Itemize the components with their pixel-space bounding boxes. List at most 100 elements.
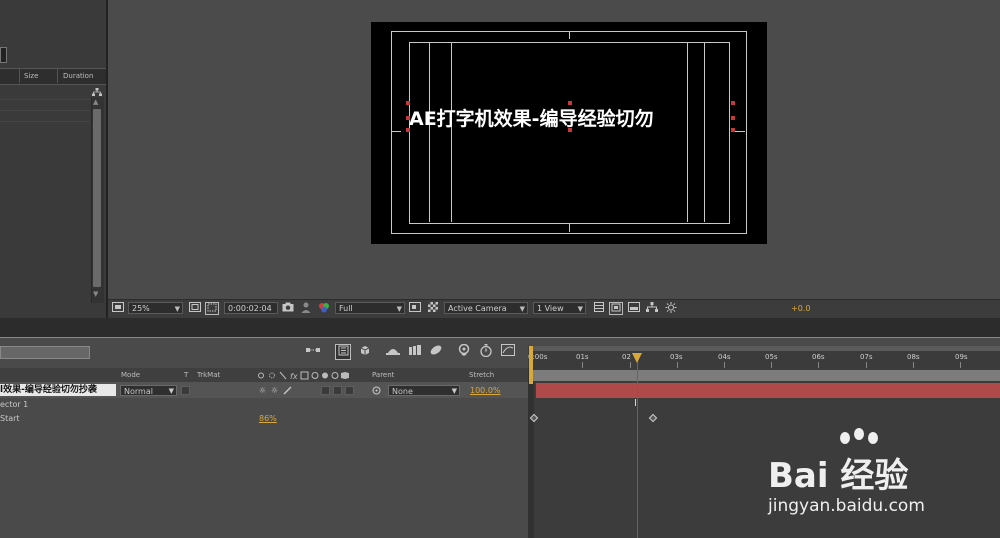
resolution-dropdown[interactable]: Full ▼ [335, 302, 405, 314]
parent-column-header[interactable]: Parent [372, 371, 394, 379]
draft-3d-icon[interactable] [335, 344, 351, 360]
switches-column-header: fx [258, 371, 366, 382]
work-area-bar[interactable] [533, 370, 1000, 381]
layer-bound-line [451, 42, 452, 222]
current-time-indicator-head[interactable] [632, 353, 642, 363]
list-item[interactable] [0, 110, 90, 111]
title-safe-guide [409, 42, 730, 224]
watermark-url: jingyan.baidu.com [768, 496, 925, 516]
text-cursor-icon: I [634, 398, 637, 409]
exposure-value[interactable]: +0.0 [791, 304, 810, 313]
work-area-start-handle[interactable] [529, 346, 533, 384]
stopwatch-icon[interactable] [478, 344, 494, 360]
chevron-down-icon: ▼ [168, 387, 174, 395]
adjustment-layer-checkbox[interactable] [333, 386, 342, 395]
layer-bound-line [687, 42, 688, 222]
mode-column-header[interactable]: Mode [121, 371, 140, 379]
composition-canvas[interactable] [371, 22, 767, 244]
timeline-toggle-icon[interactable] [627, 302, 641, 315]
layer-handle[interactable] [731, 116, 735, 120]
auto-keyframe-icon[interactable] [456, 343, 472, 360]
list-item[interactable] [0, 121, 90, 122]
motion-blur-checkbox[interactable] [321, 386, 330, 395]
ruler-label: 07s [860, 353, 873, 361]
pick-whip-icon[interactable] [372, 386, 381, 395]
graph-editor-icon[interactable] [500, 344, 516, 360]
ruler-label: 09s [955, 353, 968, 361]
ruler-label: 06s [812, 353, 825, 361]
trkmat-column-header[interactable]: TrkMat [197, 371, 220, 379]
flowchart-icon[interactable] [645, 302, 659, 315]
size-column-header[interactable]: Size [24, 72, 38, 80]
list-item[interactable] [0, 99, 90, 100]
pixel-aspect-icon[interactable] [592, 302, 606, 315]
3d-layer-checkbox[interactable] [345, 386, 354, 395]
preserve-transparency-checkbox[interactable] [181, 386, 190, 395]
chevron-down-icon: ▼ [577, 305, 583, 313]
mask-visibility-icon[interactable] [205, 302, 219, 315]
safe-margins-icon[interactable] [188, 302, 202, 315]
fast-previews-icon[interactable] [609, 302, 623, 315]
ruler-label: 02 [622, 353, 631, 361]
composition-text-layer[interactable]: AE打字机效果-编导经验切勿 [409, 104, 654, 131]
center-tick [391, 131, 401, 132]
brainstorm-icon[interactable] [428, 344, 444, 360]
duration-column-header[interactable]: Duration [63, 72, 93, 80]
hide-shy-layers-icon[interactable] [357, 344, 373, 360]
channel-rgb-icon[interactable] [317, 302, 331, 315]
scrollbar-thumb[interactable] [93, 109, 101, 287]
motion-blur-icon[interactable] [407, 344, 423, 360]
stretch-value[interactable]: 100.0% [470, 386, 501, 395]
region-of-interest-icon[interactable] [408, 302, 422, 315]
ruler-label: 03s [670, 353, 683, 361]
scroll-down-icon[interactable]: ▼ [93, 290, 98, 298]
project-panel: Size Duration ▲ ▼ [0, 0, 106, 318]
show-snapshot-icon[interactable] [299, 302, 313, 315]
layer-bound-line [704, 42, 705, 222]
paw-icon [854, 428, 864, 440]
camera-view-dropdown[interactable]: Active Camera ▼ [444, 302, 528, 314]
panel-splitter[interactable] [0, 318, 1000, 338]
current-time-indicator[interactable] [637, 356, 638, 538]
chevron-down-icon: ▼ [519, 305, 525, 313]
time-navigator[interactable] [530, 346, 1000, 351]
viewer-toolbar: 25% ▼ 0:00:02:04 Full ▼ Active Camera ▼ 1 V… [108, 299, 1000, 318]
camera-snapshot-icon[interactable] [281, 302, 295, 315]
project-column-header: Size Duration [0, 68, 106, 85]
layer-handle[interactable] [731, 101, 735, 105]
column-divider [19, 68, 20, 83]
shy-switch-icon[interactable]: ☼ [258, 386, 267, 395]
svg-text:fx: fx [290, 372, 298, 380]
ruler-label: 08s [907, 353, 920, 361]
layer-name-field[interactable]: l效果-编导经验切勿抄袭 [0, 384, 116, 396]
timeline-search-input[interactable] [0, 346, 90, 359]
collapse-switch-icon[interactable]: ☼ [270, 386, 279, 395]
magnification-value: 25% [132, 304, 150, 313]
stretch-column-header[interactable]: Stretch [469, 371, 494, 379]
center-tick [569, 224, 570, 232]
t-column-header[interactable]: T [184, 371, 188, 379]
chevron-down-icon: ▼ [451, 387, 457, 395]
view-layout-dropdown[interactable]: 1 View ▼ [533, 302, 586, 314]
quality-switch-icon[interactable] [283, 386, 292, 395]
flowchart-icon[interactable] [92, 88, 102, 96]
start-property-label[interactable]: Start [0, 414, 20, 423]
start-property-value[interactable]: 86% [259, 414, 277, 423]
project-search-input[interactable] [0, 47, 7, 63]
magnification-dropdown[interactable]: 25% ▼ [128, 302, 183, 314]
layer-handle[interactable] [731, 128, 735, 132]
column-divider [57, 68, 58, 83]
composition-mini-flowchart-icon[interactable] [305, 344, 321, 360]
reset-exposure-icon[interactable] [664, 302, 678, 315]
blend-mode-dropdown[interactable]: Normal ▼ [120, 385, 177, 396]
scroll-up-icon[interactable]: ▲ [93, 98, 98, 106]
always-preview-icon[interactable] [111, 302, 125, 315]
blend-mode-value: Normal [124, 387, 153, 396]
range-selector-label[interactable]: ector 1 [0, 400, 28, 409]
layer-duration-bar[interactable] [536, 383, 1000, 398]
parent-dropdown[interactable]: None ▼ [388, 385, 460, 396]
frame-blending-icon[interactable] [385, 344, 401, 360]
current-time-display[interactable]: 0:00:02:04 [224, 302, 278, 314]
transparency-grid-icon[interactable] [426, 302, 440, 315]
track-area-edge [528, 368, 534, 538]
